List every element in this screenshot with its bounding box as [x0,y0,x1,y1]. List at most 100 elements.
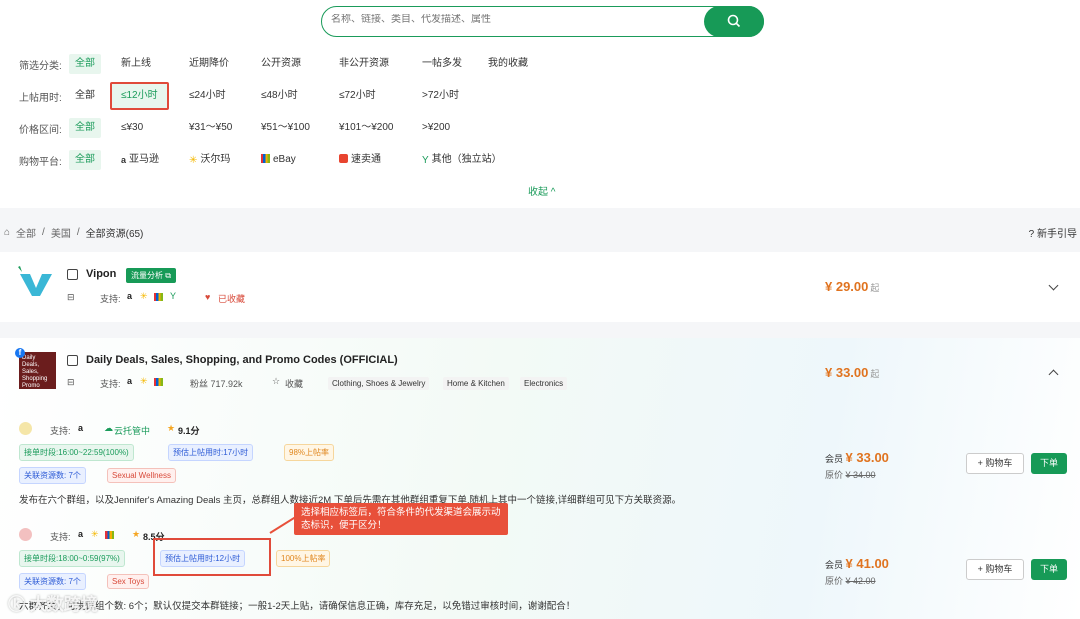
star-icon: ★ [167,423,176,433]
walmart-icon: ✳ [189,155,198,166]
filter-option[interactable]: >72小时 [416,86,465,106]
search-input[interactable] [331,14,691,25]
filter-row-price: 价格区间: [19,118,69,138]
beginner-guide-link[interactable]: ? 新手引导 [1029,225,1077,240]
add-to-cart-button[interactable]: + 购物车 [966,559,1024,580]
seller-avatar [19,528,32,541]
start-price: ¥ 33.00 起 [825,365,879,380]
aliexpress-icon [339,154,348,163]
ebay-icon [154,293,163,301]
filter-option[interactable]: 新上线 [115,54,157,74]
filter-option-selected[interactable]: ≤12小时 [110,82,169,110]
search-button[interactable] [704,5,764,37]
filter-option[interactable]: ¥51～¥100 [255,118,316,138]
order-time-pill: 接单时段:18:00~0:59(97%) [19,550,125,567]
add-to-cart-button[interactable]: + 购物车 [966,453,1024,474]
listing-description: 六群齐发，可发群组个数: 6个；默认仅提交本群链接；一般1-2天上贴，请确保信息… [19,601,576,612]
filter-label: 价格区间: [19,124,62,136]
filter-option[interactable]: 非公开资源 [333,54,395,74]
category-tag: Home & Kitchen [443,377,509,390]
category-tag: Electronics [520,377,568,390]
original-price: 原价 ¥ 42.00 [825,574,876,587]
price-suffix: 起 [870,283,880,293]
filter-row-platform: 购物平台: [19,150,69,170]
place-order-button[interactable]: 下单 [1031,453,1067,474]
support-label: 支持: [50,426,71,436]
annotation-callout: 选择相应标签后，符合条件的代发渠道会展示动态标识，便于区分！ [294,503,508,535]
star-outline-icon[interactable]: ☆ [272,376,280,387]
filter-option[interactable]: ≤72小时 [333,86,382,106]
resource-title[interactable]: Daily Deals, Sales, Shopping, and Promo … [86,354,398,366]
member-price: 会员 ¥ 41.00 [825,556,889,571]
filter-label: 上帖用时: [19,92,62,104]
filter-option[interactable]: ≤¥30 [115,118,149,138]
filter-option[interactable]: ≤48小时 [255,86,304,106]
member-price: 会员 ¥ 33.00 [825,450,889,465]
watermark: ⓚ 大数跨境 [8,590,98,615]
vipon-logo [18,266,52,296]
search-bar [321,5,764,37]
lock-icon: ⊟ [67,292,75,302]
resource-title[interactable]: Vipon [86,268,116,280]
favorited-label[interactable]: 已收藏 [218,292,245,305]
cocktail-icon: Y [170,291,177,301]
watermark-logo-icon: ⓚ [8,595,30,614]
breadcrumb-separator: / [42,227,45,238]
edit-icon[interactable] [67,269,78,280]
amazon-icon: a [127,376,133,386]
member-price-value: ¥ 33.00 [845,450,889,465]
lock-icon: ⊟ [67,377,75,387]
resource-card-vipon [0,252,1080,322]
filter-option[interactable]: 我的收藏 [482,54,534,74]
filter-option-other[interactable]: Y 其他（独立站） [416,150,508,170]
filter-option-amazon[interactable]: a 亚马逊 [115,150,165,170]
hosted-status: 云托管中 [114,426,151,436]
related-resources-pill[interactable]: 关联资源数: 7个 [19,573,86,590]
filter-option[interactable]: >¥200 [416,118,456,138]
ebay-icon [105,531,114,539]
filter-option[interactable]: 全部 [69,86,101,106]
post-rate-pill: 100%上帖率 [276,550,331,567]
walmart-icon: ✳ [140,376,148,386]
filter-option[interactable]: 一帖多发 [416,54,468,74]
amazon-icon: a [78,529,84,539]
filter-option[interactable]: 公开资源 [255,54,307,74]
edit-icon[interactable] [67,355,78,366]
filter-option[interactable]: 近期降价 [183,54,235,74]
guide-label: 新手引导 [1037,229,1077,240]
platform-label: 速卖通 [351,154,381,165]
filter-label: 筛选分类: [19,60,62,72]
filter-option[interactable]: ≤24小时 [183,86,232,106]
facebook-icon: f [15,348,25,358]
breadcrumb-region[interactable]: 美国 [51,225,71,240]
collapse-toggle[interactable]: 收起 ^ [528,183,555,198]
filter-option[interactable]: ¥31～¥50 [183,118,238,138]
fans-count: 粉丝 717.92k [190,379,243,389]
support-label: 支持: [100,294,121,304]
traffic-analysis-button[interactable]: 流量分析 ⧉ [126,268,176,283]
related-resources-pill[interactable]: 关联资源数: 7个 [19,467,86,484]
filter-option[interactable]: 全部 [69,118,101,138]
estimated-time-pill: 预估上帖用时:17小时 [168,444,254,461]
seller-avatar [19,422,32,435]
filter-option[interactable]: 全部 [69,150,101,170]
order-time-pill: 接单时段:16:00~22:59(100%) [19,444,134,461]
filter-option-aliexpress[interactable]: 速卖通 [333,150,387,170]
favorite-label[interactable]: 收藏 [285,377,303,390]
home-icon: ⌂ [4,227,11,238]
support-label: 支持: [100,379,121,389]
original-price: 原价 ¥ 34.00 [825,468,876,481]
filter-option[interactable]: 全部 [69,54,101,74]
filter-row-post-time: 上帖用时: [19,86,69,106]
filter-option-walmart[interactable]: ✳ 沃尔玛 [183,150,236,170]
place-order-button[interactable]: 下单 [1031,559,1067,580]
dailydeals-logo: Daily Deals, Sales, Shopping Promo Code [19,352,56,389]
price-value: ¥ 33.00 [825,365,869,380]
orig-label: 原价 [825,576,844,586]
breadcrumb-all[interactable]: 全部 [16,225,36,240]
filter-option-ebay[interactable]: eBay [255,150,302,170]
walmart-icon: ✳ [91,529,99,539]
score: 9.1分 [178,426,200,436]
filter-option[interactable]: ¥101～¥200 [333,118,400,138]
star-icon: ★ [132,529,141,539]
